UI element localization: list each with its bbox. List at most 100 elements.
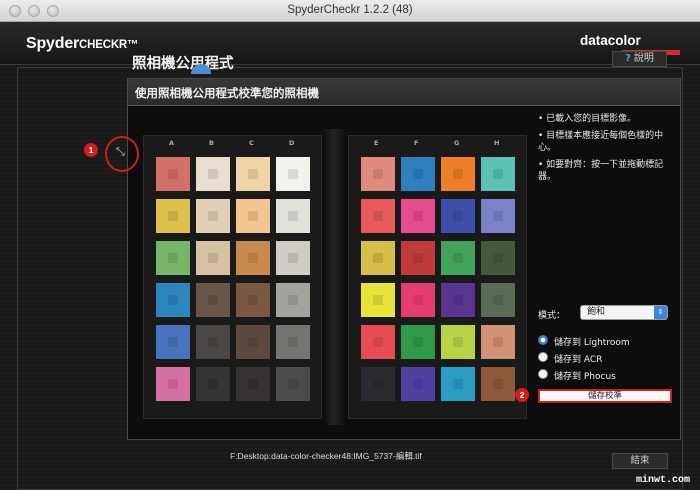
sample-marker[interactable]: [248, 169, 258, 179]
sample-marker[interactable]: [168, 379, 178, 389]
calibration-panel: 使用照相機公用程式校準您的照相機 A B C D E F G H • 已載入您的目標影像。 …: [127, 78, 681, 440]
sample-marker[interactable]: [288, 295, 298, 305]
sample-marker[interactable]: [288, 337, 298, 347]
title-bar: SpyderCheckr 1.2.2 (48): [0, 0, 700, 22]
sample-marker[interactable]: [373, 379, 383, 389]
sample-marker[interactable]: [248, 337, 258, 347]
color-patch: [276, 241, 310, 275]
sample-marker[interactable]: [288, 211, 298, 221]
sample-marker[interactable]: [248, 379, 258, 389]
sample-marker[interactable]: [373, 337, 383, 347]
sample-marker[interactable]: [493, 253, 503, 263]
sample-marker[interactable]: [453, 337, 463, 347]
sample-marker[interactable]: [248, 295, 258, 305]
sample-marker[interactable]: [373, 295, 383, 305]
instruction-item: • 如要對齊：按一下並拖動標記器。: [538, 160, 664, 182]
color-patch: [401, 283, 435, 317]
mode-select[interactable]: 飽和 ⇕: [580, 305, 668, 320]
color-patch: [196, 367, 230, 401]
column-letter: D: [289, 139, 295, 147]
color-patch: [361, 199, 395, 233]
color-patch: [236, 241, 270, 275]
sample-marker[interactable]: [413, 169, 423, 179]
color-patch: [156, 367, 190, 401]
sample-marker[interactable]: [453, 169, 463, 179]
sample-marker[interactable]: [208, 211, 218, 221]
column-letter: B: [209, 139, 214, 147]
color-patch: [401, 157, 435, 191]
sample-marker[interactable]: [248, 211, 258, 221]
sample-marker[interactable]: [288, 379, 298, 389]
sample-marker[interactable]: [168, 295, 178, 305]
color-patch: [236, 199, 270, 233]
spydercheckr-logo: SpyderCHECKR™: [26, 35, 139, 52]
panel-heading: 使用照相機公用程式校準您的照相機: [135, 86, 319, 100]
color-patch: [361, 367, 395, 401]
chart-card-left: A B C D: [143, 135, 322, 419]
chart-card-right: E F G H: [348, 135, 527, 419]
sample-marker[interactable]: [168, 253, 178, 263]
color-patch: [441, 199, 475, 233]
file-path: F:Desktop:data-color-checker48:IMG_5737-…: [230, 451, 422, 461]
sample-marker[interactable]: [168, 337, 178, 347]
sample-marker[interactable]: [453, 379, 463, 389]
color-patch: [481, 199, 515, 233]
sample-marker[interactable]: [373, 169, 383, 179]
expand-icon[interactable]: ⤡: [116, 145, 125, 159]
column-letter: H: [494, 139, 500, 147]
color-patch: [441, 157, 475, 191]
sample-marker[interactable]: [373, 211, 383, 221]
mode-label: 模式：: [538, 311, 566, 321]
color-patch: [236, 283, 270, 317]
sample-marker[interactable]: [493, 379, 503, 389]
column-letters-left: A B C D: [144, 139, 321, 149]
radio-unselected-icon: [538, 369, 548, 379]
help-button[interactable]: ? 說明: [612, 51, 667, 67]
color-patch: [361, 241, 395, 275]
sample-marker[interactable]: [208, 295, 218, 305]
save-calibration-button[interactable]: 儲存校準: [538, 389, 672, 403]
color-patch: [441, 325, 475, 359]
instructions: • 已載入您的目標影像。 • 目標樣本應接近每個色樣的中心。 • 如要對齊：按一…: [538, 113, 678, 188]
color-patch: [236, 157, 270, 191]
sample-marker[interactable]: [413, 211, 423, 221]
color-patch: [276, 283, 310, 317]
sample-marker[interactable]: [413, 379, 423, 389]
sample-marker[interactable]: [493, 169, 503, 179]
instruction-item: • 已載入您的目標影像。: [538, 114, 637, 124]
sample-marker[interactable]: [413, 295, 423, 305]
color-patch: [361, 325, 395, 359]
color-patch: [481, 283, 515, 317]
sample-marker[interactable]: [168, 211, 178, 221]
sample-marker[interactable]: [413, 253, 423, 263]
sample-marker[interactable]: [413, 337, 423, 347]
color-patch: [236, 367, 270, 401]
sample-marker[interactable]: [208, 253, 218, 263]
column-letter: F: [414, 139, 419, 147]
sample-marker[interactable]: [453, 211, 463, 221]
sample-marker[interactable]: [168, 169, 178, 179]
sample-marker[interactable]: [373, 253, 383, 263]
sample-marker[interactable]: [248, 253, 258, 263]
sample-marker[interactable]: [453, 295, 463, 305]
sample-marker[interactable]: [288, 253, 298, 263]
color-patch: [481, 367, 515, 401]
watermark: minwt.com: [636, 475, 691, 486]
sample-marker[interactable]: [208, 379, 218, 389]
radio-acr-label: 儲存到 ACR: [554, 355, 603, 365]
sample-marker[interactable]: [208, 169, 218, 179]
color-patch: [156, 199, 190, 233]
sample-marker[interactable]: [453, 253, 463, 263]
sample-marker[interactable]: [288, 169, 298, 179]
color-patch: [196, 241, 230, 275]
sample-marker[interactable]: [493, 337, 503, 347]
column-letter: C: [249, 139, 254, 147]
color-patch: [481, 157, 515, 191]
sample-marker[interactable]: [493, 295, 503, 305]
finish-button[interactable]: 結束: [612, 453, 668, 469]
color-patch: [276, 367, 310, 401]
sample-marker[interactable]: [208, 337, 218, 347]
color-patch: [481, 325, 515, 359]
chevron-updown-icon: ⇕: [654, 306, 667, 319]
sample-marker[interactable]: [493, 211, 503, 221]
